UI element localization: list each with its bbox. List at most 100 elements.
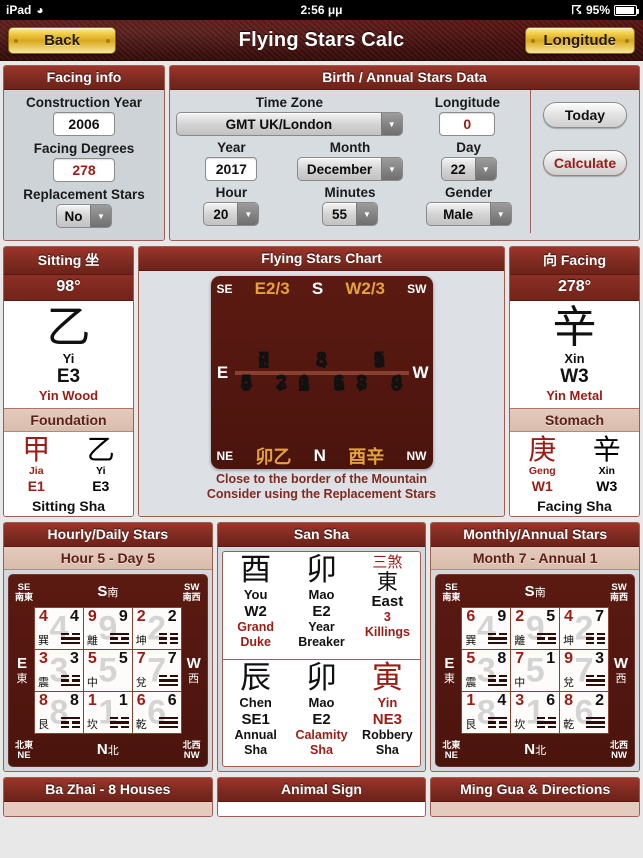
luoshu-cell[interactable]: 666乾 [132,692,181,733]
mountain-star: 2 [298,372,310,396]
mountain-star: 7 [355,372,368,396]
luoshu-cell[interactable]: 925離 [511,608,560,649]
secondary-star: 8 [497,650,507,667]
back-button[interactable]: Back [8,27,116,54]
corner-sw-label: SW 南西 [610,581,629,603]
facing-character-box: 辛 Xin W3 Yin Metal [510,301,639,409]
san-sha-han: 卯 [306,659,337,696]
primary-star: 3 [515,692,525,709]
longitude-button[interactable]: Longitude [524,27,635,54]
luoshu-cell[interactable]: 555中 [83,650,132,691]
trigram-lines-icon [537,632,557,647]
luoshu-cell[interactable]: 814艮 [462,692,511,733]
facing-element: Yin Metal [546,388,603,403]
san-sha-cell[interactable]: 辰 Chen SE1 Annual Sha [223,660,289,767]
trigram-lines-icon [488,716,508,731]
corner-nw-label: 北西 NW [182,740,201,761]
secondary-star: 4 [497,692,507,709]
facing-han-character: 辛 [552,302,597,353]
luoshu-cell[interactable]: 136坎 [511,692,560,733]
month-select[interactable]: December ▼ [297,157,403,181]
flying-stars-grid-frame[interactable]: SE E2/3 S W2/3 SW E 5 2 7 1 6 3 3 4 5 4 … [210,276,433,469]
birth-annual-stars-panel: Birth / Annual Stars Data Time Zone GMT … [169,65,640,241]
san-sha-row-2: 辰 Chen SE1 Annual Sha 卯 Mao E2 Calamity … [222,658,421,767]
direction-west: W西 [186,654,201,685]
luoshu-cell[interactable]: 777兌 [132,650,181,691]
direction-north: N北 [524,741,547,758]
luoshu-cell[interactable]: 571中 [511,650,560,691]
trigram-lines-icon [488,674,508,689]
time-zone-select[interactable]: GMT UK/London ▼ [176,112,403,136]
birth-annual-stars-header: Birth / Annual Stars Data [170,66,639,90]
hour-field: Hour 20 ▼ [176,185,287,226]
luoshu-cell[interactable]: 222坤 [132,608,181,649]
chart-top-labels: SE E2/3 S W2/3 SW [211,276,433,302]
ba-zhai-body [4,802,212,816]
chart-corner-nw: NW [406,449,427,463]
sitting-foundation-pinyin: Jia [28,465,44,477]
luoshu-cell[interactable]: 793兌 [560,650,609,691]
trigram-lines-icon [158,632,178,647]
year-input[interactable]: 2017 [205,157,258,181]
luoshu-cell[interactable]: 111坎 [83,692,132,733]
san-sha-cell[interactable]: 寅 Yin NE3 Robbery Sha [354,660,420,767]
construction-year-input[interactable]: 2006 [53,112,115,136]
monthly-annual-luoshu-grid[interactable]: SE 南東 S南 SW 南西 E 東 4 6 9 巽 9 2 5 離 2 4 7 坤 3 5 8 震 5 7 1 中 7 9 3 兌 8 1 4 艮… [435,574,636,767]
animal-sign-panel[interactable]: Animal Sign [216,777,427,817]
replacement-stars-value: No [64,208,83,224]
luoshu-cell[interactable]: 999離 [83,608,132,649]
longitude-input[interactable]: 0 [439,112,496,136]
chart-row: Sitting 坐 98° 乙 Yi E3 Yin Wood Foundatio… [0,241,643,517]
minutes-select[interactable]: 55 ▼ [322,202,378,226]
corner-se-label: SE 南東 [14,581,33,603]
san-sha-cell[interactable]: 卯 Mao E2 Year Breaker [289,552,355,659]
sitting-foundation-han: 乙 [86,433,115,466]
month-label: Month [329,140,371,155]
luoshu-cell[interactable]: 469巽 [462,608,511,649]
san-sha-desc-1: Robbery [362,727,413,742]
luoshu-grid: 444巽999離222坤333震555中777兌888艮111坎666乾 [34,607,182,734]
day-select[interactable]: 22 ▼ [440,157,497,181]
san-sha-code: SE1 [241,710,270,728]
san-sha-header: San Sha [217,523,426,547]
san-sha-cell[interactable]: 酉 You W2 Grand Duke [223,552,289,659]
luoshu-cell[interactable]: 888艮 [35,692,83,733]
luoshu-cell[interactable]: 444巽 [35,608,83,649]
flying-stars-chart-header: Flying Stars Chart [139,247,504,271]
facing-sha-label: Facing Sha [510,498,639,516]
status-bar-right: ☈ 95% [571,3,639,17]
gender-select[interactable]: Male ▼ [425,202,512,226]
ba-zhai-panel[interactable]: Ba Zhai - 8 Houses [3,777,213,817]
water-star: 9 [390,372,403,396]
replacement-stars-select[interactable]: No ▼ [56,204,112,228]
trigram-lines-icon [586,632,606,647]
time-zone-label: Time Zone [255,95,323,110]
facing-degrees-input[interactable]: 278 [53,158,115,182]
facing-foundation-han: 辛 [592,433,621,466]
hourly-daily-luoshu-grid[interactable]: SE 南東 S南 SW 南西 E 東 4 4 4 巽 9 9 9 離 2 2 2 坤 3 3 3 震 5 5 5 中 7 7 7 兌 8 8 8 艮… [8,574,208,767]
san-sha-cell[interactable]: 三煞 東 East 3 Killings [354,552,420,659]
status-bar: iPad ◕ 2:56 μμ ☈ 95% [0,0,643,20]
chart-top-right-gold: W2/3 [345,279,385,298]
chart-top-center: S [311,279,324,298]
luoshu-cell[interactable]: 247坤 [560,608,609,649]
direction-east: E東 [16,654,28,685]
luoshu-cell[interactable]: 682乾 [560,692,609,733]
ming-gua-panel[interactable]: Ming Gua & Directions [430,777,641,817]
today-button[interactable]: Today [543,102,627,128]
luoshu-cell[interactable]: 358震 [462,650,511,691]
sitting-foundation-code: E1 [27,478,45,494]
san-sha-cell[interactable]: 卯 Mao E2 Calamity Sha [289,660,355,767]
sitting-foundation-body: 甲 Jia E1 乙 Yi E3 [4,432,133,498]
trigram-character: 坎 [514,718,526,731]
chevron-down-icon: ▼ [380,113,402,135]
calculate-button[interactable]: Calculate [543,150,627,176]
birth-annual-stars-body: Time Zone GMT UK/London ▼ Longitude 0 Ye… [170,90,639,233]
secondary-star: 9 [118,608,128,625]
primary-star: 9 [87,608,97,625]
luoshu-cell[interactable]: 333震 [35,650,83,691]
hour-select[interactable]: 20 ▼ [203,202,260,226]
corner-ne-label: 北東 NE [14,740,33,761]
luoshu-top-row: SE 南東 S南 SW 南西 [437,576,633,607]
status-bar-time: 2:56 μμ [300,3,343,17]
